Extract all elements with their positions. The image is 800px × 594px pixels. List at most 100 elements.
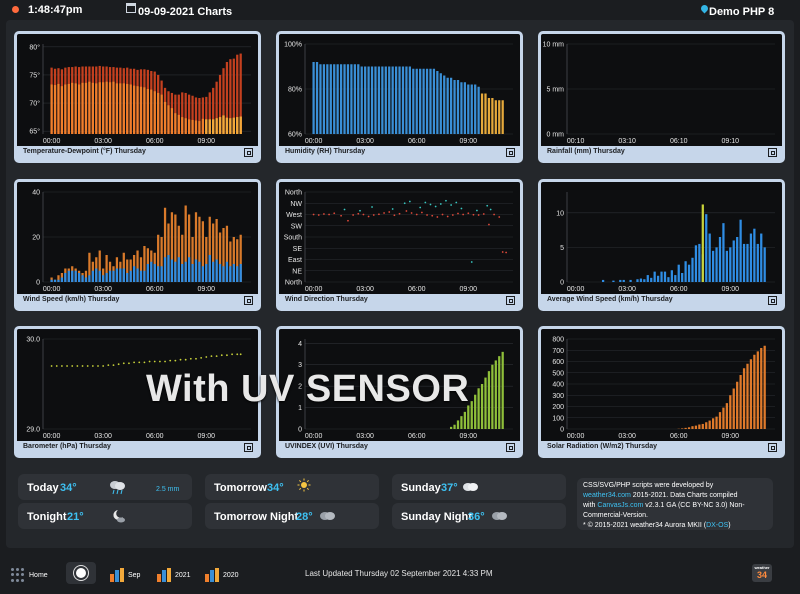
station-name[interactable]: Demo PHP 8 [709, 6, 774, 18]
chart-card-solar-radiation[interactable]: 0 100 200 300 400 500 600 700 800 00:00 03:00 06:00… [538, 326, 785, 458]
bar [650, 277, 653, 282]
y-tick-label: 75° [29, 71, 40, 79]
expand-icon[interactable] [506, 296, 515, 305]
chart-title: Solar Radiation (W/m2) Thursday [547, 443, 658, 450]
data-point [476, 209, 478, 212]
cloud-icon [492, 512, 507, 520]
expand-icon[interactable] [768, 443, 777, 452]
canvasjs-link[interactable]: CanvasJs.com [597, 502, 643, 509]
bar [187, 119, 191, 134]
y-tick-label: 10 mm [543, 42, 565, 49]
data-point [76, 365, 79, 367]
expand-icon[interactable] [768, 296, 777, 305]
data-point [372, 214, 375, 216]
bar [729, 395, 732, 429]
bar [132, 266, 136, 282]
expand-icon[interactable] [506, 443, 515, 452]
data-point [66, 365, 68, 367]
year-2020-button[interactable]: 2020 [205, 564, 239, 586]
theme-toggle-button[interactable] [66, 562, 96, 584]
bar [498, 100, 501, 134]
data-point [174, 359, 177, 362]
data-point [153, 360, 156, 363]
bar [105, 81, 108, 134]
expand-icon[interactable] [244, 296, 253, 305]
data-point [445, 199, 447, 202]
bar [150, 261, 153, 282]
bar [381, 66, 384, 134]
y-tick-label: NE [292, 268, 302, 275]
forecast-temp: 36° [468, 511, 485, 523]
chart-card-temperature[interactable]: 65° 70° 75° 80° 00:00 03:00 06:00 09:00 Tempera… [14, 31, 261, 163]
bar [749, 233, 753, 282]
bar [491, 364, 494, 429]
bar [739, 219, 742, 282]
bar [691, 257, 694, 282]
home-button[interactable]: Home [11, 564, 48, 586]
bar [456, 80, 460, 134]
bar [239, 264, 242, 282]
data-point [419, 206, 422, 209]
credits-line: with CanvasJs.com v2.3.1 GA (CC BY-NC 3.… [583, 501, 767, 511]
data-point [81, 365, 84, 367]
forecast-tomorrow-night: Tomorrow Night 28° [205, 503, 379, 529]
bar [205, 264, 208, 282]
weather34-link[interactable]: weather34.com [583, 492, 631, 499]
bar [57, 279, 60, 282]
chart-card-average-wind-speed[interactable]: 0 5 10 00:00 03:00 06:00 09:00 Average Wind Sp… [538, 179, 785, 311]
weather34-logo[interactable]: weather 34 [752, 564, 772, 582]
expand-icon[interactable] [506, 148, 515, 157]
chart-card-wind-direction[interactable]: North NE East SE South SW West NW North 00:00 03:0… [276, 179, 523, 311]
card-footer: Solar Radiation (W/m2) Thursday [541, 441, 782, 455]
bar [718, 412, 722, 429]
cloud-icon [463, 483, 478, 491]
rainfall-chart: 0 mm 5 mm 10 mm 00:10 03:10 06:10 09:10 [543, 42, 775, 145]
bar [319, 64, 322, 134]
data-point [371, 206, 373, 208]
bar [322, 64, 326, 134]
bar [681, 428, 684, 429]
data-point [367, 215, 370, 218]
credits-line: * © 2015-2021 weather34 Aurora MKII (DX-… [583, 521, 767, 531]
expand-icon[interactable] [244, 443, 253, 452]
x-tick-label: 00:00 [305, 433, 323, 440]
data-point [410, 212, 413, 214]
chart-card-humidity[interactable]: 60% 80% 100% 00:00 03:00 06:00 09:00 Humidity … [276, 31, 523, 163]
top-bar: 1:48:47pm 09-09-2021 Charts Demo PHP 8 [0, 0, 800, 20]
chart-card-rainfall[interactable]: 0 mm 5 mm 10 mm 00:10 03:10 06:10 09:10 Rainfa… [538, 31, 785, 163]
x-tick-label: 06:00 [146, 138, 164, 145]
home-label: Home [29, 571, 48, 579]
wind-speed-chart: 0 20 40 00:00 03:00 06:00 09:00 [32, 190, 251, 293]
bar [756, 351, 759, 429]
year-2021-button[interactable]: 2021 [157, 564, 191, 586]
bar [711, 418, 715, 429]
bar [722, 223, 725, 282]
data-point [169, 359, 172, 362]
sep-charts-button[interactable]: Sep [110, 564, 140, 586]
x-tick-label: 06:00 [408, 138, 426, 145]
temperature-chart: 65° 70° 75° 80° 00:00 03:00 06:00 09:00 [29, 43, 251, 145]
bar [112, 270, 115, 282]
x-tick-label: 06:00 [408, 433, 426, 440]
x-tick-label: 06:00 [146, 286, 164, 293]
chart-title: Average Wind Speed (km/h) Thursday [547, 296, 673, 303]
chart-card-wind-speed[interactable]: 0 20 40 00:00 03:00 06:00 09:00 Wind Speed (km… [14, 179, 261, 311]
bar [236, 117, 239, 134]
expand-icon[interactable] [244, 148, 253, 157]
data-point [460, 207, 463, 210]
data-point [323, 213, 325, 215]
data-point [55, 365, 58, 367]
forecast-label: Sunday [401, 482, 441, 494]
data-point [446, 215, 449, 218]
y-tick-label: 0 [560, 280, 564, 287]
expand-icon[interactable] [768, 148, 777, 157]
bar [419, 68, 422, 134]
credits-text: * © 2015-2021 weather34 Aurora MKII ( [583, 522, 707, 529]
bar [760, 348, 763, 429]
x-tick-label: 09:10 [722, 138, 740, 145]
dx-os-link[interactable]: DX-OS [706, 522, 728, 529]
data-point [236, 353, 239, 356]
y-tick-label: 70° [29, 100, 40, 108]
data-point [158, 360, 161, 363]
data-point [61, 365, 63, 367]
